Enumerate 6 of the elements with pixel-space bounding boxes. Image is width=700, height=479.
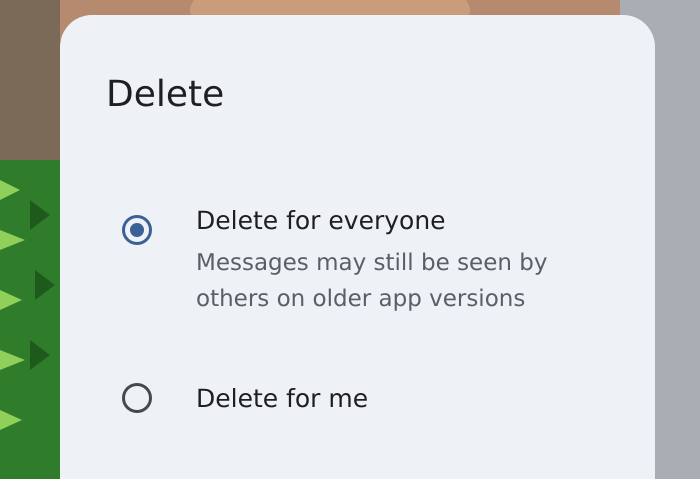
option-description: Messages may still be seen by others on older app versions bbox=[196, 249, 548, 314]
radio-button[interactable] bbox=[122, 383, 152, 413]
radio-button[interactable] bbox=[122, 215, 152, 245]
dialog-title: Delete bbox=[106, 77, 226, 113]
option-label[interactable]: Delete for me bbox=[196, 381, 368, 417]
option-label[interactable]: Delete for everyone bbox=[196, 203, 616, 239]
